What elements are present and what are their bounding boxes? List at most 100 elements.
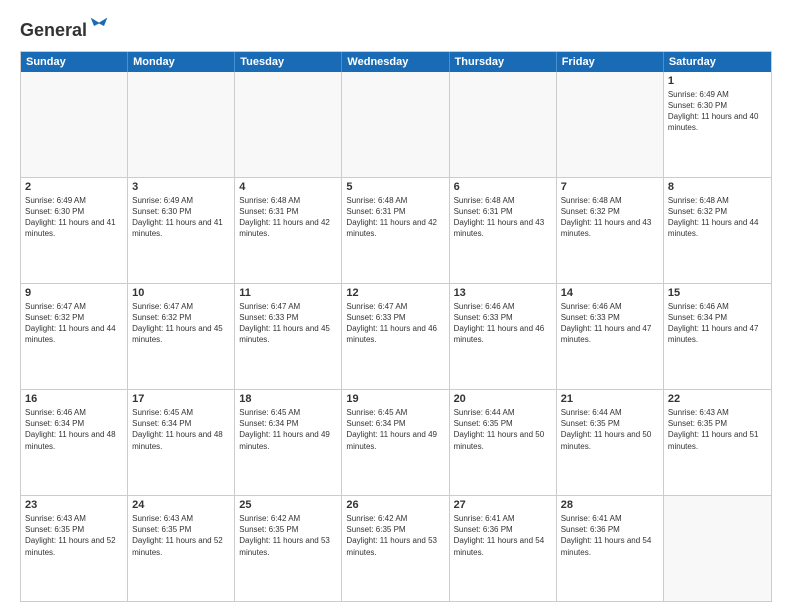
day-number: 27 <box>454 499 552 511</box>
calendar-cell: 3 Sunrise: 6:49 AMSunset: 6:30 PMDaylight… <box>128 178 235 283</box>
cell-info: Sunrise: 6:46 AMSunset: 6:33 PMDaylight:… <box>561 301 659 346</box>
cell-info: Sunrise: 6:47 AMSunset: 6:33 PMDaylight:… <box>239 301 337 346</box>
calendar-cell: 9 Sunrise: 6:47 AMSunset: 6:32 PMDaylight… <box>21 284 128 389</box>
calendar-cell <box>21 72 128 177</box>
calendar-cell: 11 Sunrise: 6:47 AMSunset: 6:33 PMDayligh… <box>235 284 342 389</box>
cell-info: Sunrise: 6:48 AMSunset: 6:32 PMDaylight:… <box>561 195 659 240</box>
calendar-cell <box>342 72 449 177</box>
day-number: 5 <box>346 181 444 193</box>
cell-info: Sunrise: 6:48 AMSunset: 6:31 PMDaylight:… <box>454 195 552 240</box>
header-cell-wednesday: Wednesday <box>342 52 449 72</box>
calendar-header: SundayMondayTuesdayWednesdayThursdayFrid… <box>21 52 771 72</box>
day-number: 6 <box>454 181 552 193</box>
day-number: 22 <box>668 393 767 405</box>
cell-info: Sunrise: 6:43 AMSunset: 6:35 PMDaylight:… <box>132 513 230 558</box>
cell-info: Sunrise: 6:47 AMSunset: 6:32 PMDaylight:… <box>132 301 230 346</box>
calendar-row-2: 9 Sunrise: 6:47 AMSunset: 6:32 PMDaylight… <box>21 284 771 390</box>
day-number: 25 <box>239 499 337 511</box>
cell-info: Sunrise: 6:49 AMSunset: 6:30 PMDaylight:… <box>132 195 230 240</box>
cell-info: Sunrise: 6:44 AMSunset: 6:35 PMDaylight:… <box>454 407 552 452</box>
header-cell-saturday: Saturday <box>664 52 771 72</box>
calendar-cell: 26 Sunrise: 6:42 AMSunset: 6:35 PMDayligh… <box>342 496 449 601</box>
cell-info: Sunrise: 6:43 AMSunset: 6:35 PMDaylight:… <box>25 513 123 558</box>
cell-info: Sunrise: 6:46 AMSunset: 6:34 PMDaylight:… <box>25 407 123 452</box>
calendar-cell: 6 Sunrise: 6:48 AMSunset: 6:31 PMDaylight… <box>450 178 557 283</box>
cell-info: Sunrise: 6:44 AMSunset: 6:35 PMDaylight:… <box>561 407 659 452</box>
cell-info: Sunrise: 6:45 AMSunset: 6:34 PMDaylight:… <box>132 407 230 452</box>
day-number: 24 <box>132 499 230 511</box>
cell-info: Sunrise: 6:47 AMSunset: 6:32 PMDaylight:… <box>25 301 123 346</box>
cell-info: Sunrise: 6:42 AMSunset: 6:35 PMDaylight:… <box>239 513 337 558</box>
calendar-cell: 1 Sunrise: 6:49 AMSunset: 6:30 PMDaylight… <box>664 72 771 177</box>
calendar-cell <box>235 72 342 177</box>
calendar-cell <box>557 72 664 177</box>
calendar-cell: 5 Sunrise: 6:48 AMSunset: 6:31 PMDaylight… <box>342 178 449 283</box>
calendar-cell <box>664 496 771 601</box>
day-number: 16 <box>25 393 123 405</box>
cell-info: Sunrise: 6:48 AMSunset: 6:32 PMDaylight:… <box>668 195 767 240</box>
logo-bird-icon <box>89 16 109 36</box>
cell-info: Sunrise: 6:41 AMSunset: 6:36 PMDaylight:… <box>561 513 659 558</box>
calendar-cell: 28 Sunrise: 6:41 AMSunset: 6:36 PMDayligh… <box>557 496 664 601</box>
day-number: 1 <box>668 75 767 87</box>
cell-info: Sunrise: 6:48 AMSunset: 6:31 PMDaylight:… <box>346 195 444 240</box>
calendar: SundayMondayTuesdayWednesdayThursdayFrid… <box>20 51 772 602</box>
calendar-cell: 2 Sunrise: 6:49 AMSunset: 6:30 PMDaylight… <box>21 178 128 283</box>
cell-info: Sunrise: 6:49 AMSunset: 6:30 PMDaylight:… <box>25 195 123 240</box>
calendar-cell: 27 Sunrise: 6:41 AMSunset: 6:36 PMDayligh… <box>450 496 557 601</box>
cell-info: Sunrise: 6:45 AMSunset: 6:34 PMDaylight:… <box>346 407 444 452</box>
header-cell-friday: Friday <box>557 52 664 72</box>
header-cell-monday: Monday <box>128 52 235 72</box>
day-number: 21 <box>561 393 659 405</box>
header-cell-tuesday: Tuesday <box>235 52 342 72</box>
calendar-cell: 16 Sunrise: 6:46 AMSunset: 6:34 PMDayligh… <box>21 390 128 495</box>
cell-info: Sunrise: 6:49 AMSunset: 6:30 PMDaylight:… <box>668 89 767 134</box>
day-number: 17 <box>132 393 230 405</box>
calendar-cell: 12Sunrise: 6:47 AMSunset: 6:33 PMDayligh… <box>342 284 449 389</box>
cell-info: Sunrise: 6:46 AMSunset: 6:34 PMDaylight:… <box>668 301 767 346</box>
calendar-cell <box>128 72 235 177</box>
day-number: 19 <box>346 393 444 405</box>
cell-info: Sunrise: 6:46 AMSunset: 6:33 PMDaylight:… <box>454 301 552 346</box>
day-number: 12 <box>346 287 444 299</box>
day-number: 4 <box>239 181 337 193</box>
day-number: 13 <box>454 287 552 299</box>
header: General <box>20 16 772 41</box>
calendar-cell: 25 Sunrise: 6:42 AMSunset: 6:35 PMDayligh… <box>235 496 342 601</box>
cell-info: Sunrise: 6:41 AMSunset: 6:36 PMDaylight:… <box>454 513 552 558</box>
calendar-cell: 13 Sunrise: 6:46 AMSunset: 6:33 PMDayligh… <box>450 284 557 389</box>
calendar-cell: 20 Sunrise: 6:44 AMSunset: 6:35 PMDayligh… <box>450 390 557 495</box>
calendar-cell: 22 Sunrise: 6:43 AMSunset: 6:35 PMDayligh… <box>664 390 771 495</box>
calendar-row-0: 1 Sunrise: 6:49 AMSunset: 6:30 PMDaylight… <box>21 72 771 178</box>
calendar-cell: 8 Sunrise: 6:48 AMSunset: 6:32 PMDaylight… <box>664 178 771 283</box>
calendar-cell: 23 Sunrise: 6:43 AMSunset: 6:35 PMDayligh… <box>21 496 128 601</box>
calendar-cell: 7Sunrise: 6:48 AMSunset: 6:32 PMDaylight… <box>557 178 664 283</box>
day-number: 28 <box>561 499 659 511</box>
cell-info: Sunrise: 6:42 AMSunset: 6:35 PMDaylight:… <box>346 513 444 558</box>
calendar-cell: 19 Sunrise: 6:45 AMSunset: 6:34 PMDayligh… <box>342 390 449 495</box>
cell-info: Sunrise: 6:43 AMSunset: 6:35 PMDaylight:… <box>668 407 767 452</box>
calendar-cell: 24 Sunrise: 6:43 AMSunset: 6:35 PMDayligh… <box>128 496 235 601</box>
calendar-cell: 10Sunrise: 6:47 AMSunset: 6:32 PMDayligh… <box>128 284 235 389</box>
logo-text: General <box>20 16 109 41</box>
day-number: 2 <box>25 181 123 193</box>
cell-info: Sunrise: 6:45 AMSunset: 6:34 PMDaylight:… <box>239 407 337 452</box>
calendar-cell: 17 Sunrise: 6:45 AMSunset: 6:34 PMDayligh… <box>128 390 235 495</box>
day-number: 8 <box>668 181 767 193</box>
day-number: 23 <box>25 499 123 511</box>
calendar-cell <box>450 72 557 177</box>
day-number: 3 <box>132 181 230 193</box>
day-number: 20 <box>454 393 552 405</box>
calendar-cell: 21 Sunrise: 6:44 AMSunset: 6:35 PMDayligh… <box>557 390 664 495</box>
day-number: 14 <box>561 287 659 299</box>
day-number: 18 <box>239 393 337 405</box>
calendar-row-1: 2 Sunrise: 6:49 AMSunset: 6:30 PMDaylight… <box>21 178 771 284</box>
day-number: 11 <box>239 287 337 299</box>
calendar-cell: 14 Sunrise: 6:46 AMSunset: 6:33 PMDayligh… <box>557 284 664 389</box>
calendar-body: 1 Sunrise: 6:49 AMSunset: 6:30 PMDaylight… <box>21 72 771 601</box>
page: General SundayMondayTuesdayWednesdayThur… <box>0 0 792 612</box>
day-number: 26 <box>346 499 444 511</box>
day-number: 15 <box>668 287 767 299</box>
day-number: 9 <box>25 287 123 299</box>
header-cell-thursday: Thursday <box>450 52 557 72</box>
